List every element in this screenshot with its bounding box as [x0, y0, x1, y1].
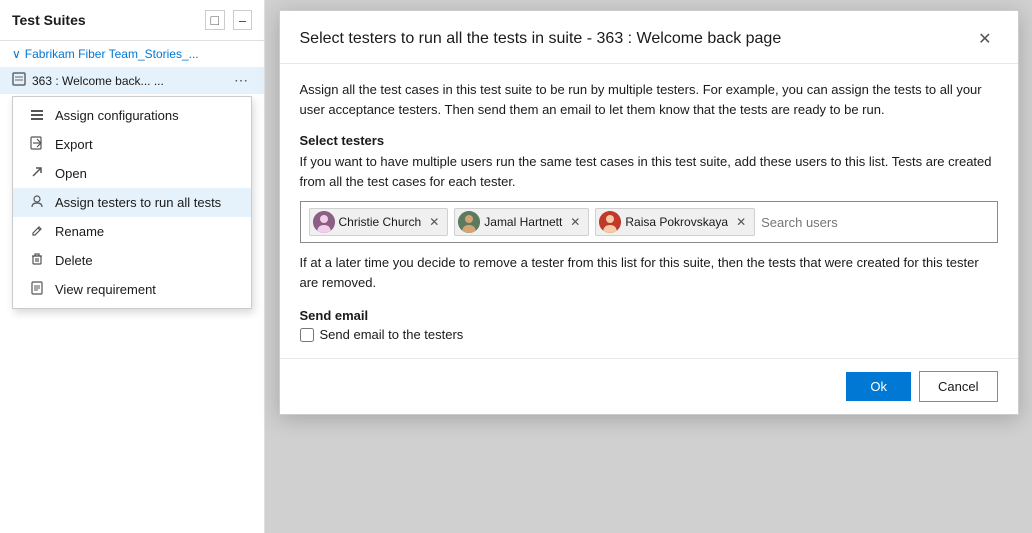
menu-item-export[interactable]: Export — [13, 130, 251, 159]
search-users-input[interactable] — [761, 215, 988, 230]
export-icon — [29, 136, 45, 153]
tester-name-jamal: Jamal Hartnett — [484, 215, 562, 229]
selected-suite-item[interactable]: 363 : Welcome back... ... ⋯ — [0, 67, 264, 94]
tester-name-raisa: Raisa Pokrovskaya — [625, 215, 728, 229]
tester-name-christie: Christie Church — [339, 215, 422, 229]
menu-item-open[interactable]: Open — [13, 159, 251, 188]
menu-item-assign-configurations[interactable]: Assign configurations — [13, 101, 251, 130]
menu-label: Assign configurations — [55, 108, 179, 123]
rename-icon — [29, 223, 45, 240]
avatar-christie — [313, 211, 335, 233]
tester-tag-christie: Christie Church ✕ — [309, 208, 449, 236]
menu-item-rename[interactable]: Rename — [13, 217, 251, 246]
menu-label: Open — [55, 166, 87, 181]
dialog-body: Assign all the test cases in this test s… — [280, 64, 1018, 358]
send-email-checkbox[interactable] — [300, 328, 314, 342]
suite-icon — [12, 72, 26, 89]
chevron-icon: ∨ — [12, 47, 21, 61]
parent-item-label: Fabrikam Fiber Team_Stories_... — [25, 47, 199, 61]
intro-text: Assign all the test cases in this test s… — [300, 80, 998, 119]
removal-note: If at a later time you decide to remove … — [300, 253, 998, 292]
dialog-footer: Ok Cancel — [280, 358, 1018, 414]
send-email-checkbox-row: Send email to the testers — [300, 327, 998, 342]
sidebar-header-icons: □ ⎯ — [205, 10, 252, 30]
menu-item-delete[interactable]: Delete — [13, 246, 251, 275]
menu-item-assign-testers[interactable]: Assign testers to run all tests — [13, 188, 251, 217]
remove-tester-jamal[interactable]: ✕ — [568, 215, 582, 229]
avatar-jamal — [458, 211, 480, 233]
select-testers-subtext: If you want to have multiple users run t… — [300, 152, 998, 191]
tester-input-area[interactable]: Christie Church ✕ Jamal Hartnett — [300, 201, 998, 243]
ok-button[interactable]: Ok — [846, 372, 911, 401]
send-email-section: Send email Send email to the testers — [300, 308, 998, 342]
send-email-checkbox-label[interactable]: Send email to the testers — [320, 327, 464, 342]
sidebar-title: Test Suites — [12, 12, 86, 28]
assign-testers-icon — [29, 194, 45, 211]
menu-label: Assign testers to run all tests — [55, 195, 221, 210]
delete-icon — [29, 252, 45, 269]
sidebar: Test Suites □ ⎯ ∨ Fabrikam Fiber Team_St… — [0, 0, 265, 533]
close-dialog-button[interactable]: ✕ — [972, 27, 997, 51]
more-options-button[interactable]: ⋯ — [230, 72, 252, 89]
assign-config-icon — [29, 107, 45, 124]
remove-tester-christie[interactable]: ✕ — [427, 215, 441, 229]
dialog-title: Select testers to run all the tests in s… — [300, 30, 782, 48]
send-email-heading: Send email — [300, 308, 998, 323]
tester-tag-raisa: Raisa Pokrovskaya ✕ — [595, 208, 755, 236]
assign-testers-dialog: Select testers to run all the tests in s… — [279, 10, 1019, 415]
menu-label: Rename — [55, 224, 104, 239]
menu-label: Export — [55, 137, 93, 152]
collapse-button[interactable]: ⎯ — [233, 10, 252, 30]
menu-label: View requirement — [55, 282, 156, 297]
avatar-raisa — [599, 211, 621, 233]
menu-label: Delete — [55, 253, 93, 268]
dialog-header: Select testers to run all the tests in s… — [280, 11, 1018, 64]
tree-parent-item[interactable]: ∨ Fabrikam Fiber Team_Stories_... — [0, 41, 264, 67]
remove-tester-raisa[interactable]: ✕ — [734, 215, 748, 229]
view-requirement-icon — [29, 281, 45, 298]
selected-suite-label: 363 : Welcome back... ... — [32, 74, 224, 88]
cancel-button[interactable]: Cancel — [919, 371, 997, 402]
context-menu: Assign configurations Export Open Assign… — [12, 96, 252, 309]
sidebar-header: Test Suites □ ⎯ — [0, 0, 264, 41]
open-icon — [29, 165, 45, 182]
dialog-overlay: Select testers to run all the tests in s… — [265, 0, 1032, 533]
add-suite-button[interactable]: □ — [205, 10, 225, 30]
menu-item-view-requirement[interactable]: View requirement — [13, 275, 251, 304]
tester-tag-jamal: Jamal Hartnett ✕ — [454, 208, 589, 236]
select-testers-heading: Select testers — [300, 133, 998, 148]
main-area: Select testers to run all the tests in s… — [265, 0, 1032, 533]
